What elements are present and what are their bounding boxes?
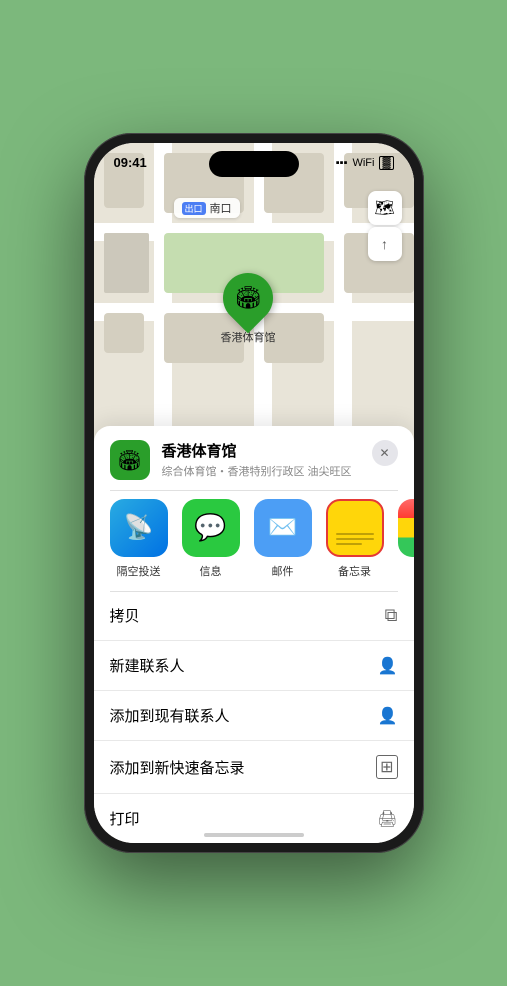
venue-pin[interactable]: 🏟 香港体育馆 — [221, 273, 276, 345]
exit-badge: 出口 — [182, 202, 206, 215]
location-text: 南口 — [210, 200, 232, 216]
close-button[interactable]: ✕ — [372, 440, 398, 466]
stadium-icon: 🏟 — [234, 285, 262, 311]
dynamic-island — [209, 151, 299, 177]
copy-icon: ⧉ — [385, 605, 398, 626]
wifi-icon: WiFi — [352, 157, 374, 169]
action-quick-note[interactable]: 添加到新快速备忘录 ⊞ — [94, 740, 414, 793]
status-time: 09:41 — [114, 155, 147, 170]
mail-label: 邮件 — [272, 563, 294, 579]
action-add-contact-label: 添加到现有联系人 — [110, 705, 230, 726]
share-more[interactable]: ··· 推 — [398, 499, 414, 579]
notes-icon-wrap — [326, 499, 384, 557]
more-icon-wrap: ··· — [398, 499, 414, 557]
phone-screen: 09:41 ▪▪▪ WiFi ▓ — [94, 143, 414, 843]
action-quick-note-label: 添加到新快速备忘录 — [110, 757, 245, 778]
messages-label: 信息 — [200, 563, 222, 579]
location-label: 出口 南口 — [174, 198, 240, 218]
share-messages[interactable]: 💬 信息 — [182, 499, 240, 579]
map-type-button[interactable]: 🗺 — [368, 191, 402, 225]
share-airdrop[interactable]: 📡 隔空投送 — [110, 499, 168, 579]
battery-icon: ▓ — [379, 156, 393, 170]
print-icon: 🖨 — [377, 809, 397, 829]
airdrop-label: 隔空投送 — [117, 563, 161, 579]
venue-icon: 🏟 — [110, 440, 150, 480]
action-print-label: 打印 — [110, 808, 140, 829]
venue-icon-symbol: 🏟 — [117, 448, 142, 473]
status-icons: ▪▪▪ WiFi ▓ — [336, 156, 394, 170]
venue-info: 香港体育馆 综合体育馆・香港特别行政区 油尖旺区 — [162, 440, 360, 479]
home-indicator — [204, 833, 304, 837]
location-arrow-icon: ↑ — [381, 236, 388, 252]
signal-icon: ▪▪▪ — [336, 157, 348, 169]
mail-icon: ✉️ — [268, 513, 298, 542]
share-apps-row: 📡 隔空投送 💬 信息 ✉️ 邮件 — [94, 491, 414, 591]
map-icon: 🗺 — [374, 198, 394, 218]
new-contact-icon: 👤 — [378, 656, 398, 676]
mail-icon-wrap: ✉️ — [254, 499, 312, 557]
share-notes[interactable]: 备忘录 — [326, 499, 384, 579]
action-new-contact[interactable]: 新建联系人 👤 — [94, 640, 414, 690]
notes-label: 备忘录 — [338, 563, 371, 579]
messages-icon: 💬 — [194, 512, 226, 543]
airdrop-icon: 📡 — [124, 513, 154, 542]
bottom-sheet: 🏟 香港体育馆 综合体育馆・香港特别行政区 油尖旺区 ✕ 📡 隔空投送 — [94, 426, 414, 843]
action-add-contact[interactable]: 添加到现有联系人 👤 — [94, 690, 414, 740]
pin-bubble: 🏟 — [213, 263, 284, 334]
map-controls: 🗺 ↑ — [368, 191, 402, 261]
venue-header: 🏟 香港体育馆 综合体育馆・香港特别行政区 油尖旺区 ✕ — [94, 426, 414, 490]
phone-frame: 09:41 ▪▪▪ WiFi ▓ — [84, 133, 424, 853]
action-copy-label: 拷贝 — [110, 605, 140, 626]
action-copy[interactable]: 拷贝 ⧉ — [94, 591, 414, 640]
location-button[interactable]: ↑ — [368, 227, 402, 261]
action-new-contact-label: 新建联系人 — [110, 655, 185, 676]
share-mail[interactable]: ✉️ 邮件 — [254, 499, 312, 579]
add-contact-icon: 👤 — [378, 706, 398, 726]
venue-subtitle: 综合体育馆・香港特别行政区 油尖旺区 — [162, 463, 360, 479]
venue-name: 香港体育馆 — [162, 440, 360, 461]
close-icon: ✕ — [379, 446, 389, 460]
quick-note-icon: ⊞ — [376, 755, 397, 779]
messages-icon-wrap: 💬 — [182, 499, 240, 557]
airdrop-icon-wrap: 📡 — [110, 499, 168, 557]
